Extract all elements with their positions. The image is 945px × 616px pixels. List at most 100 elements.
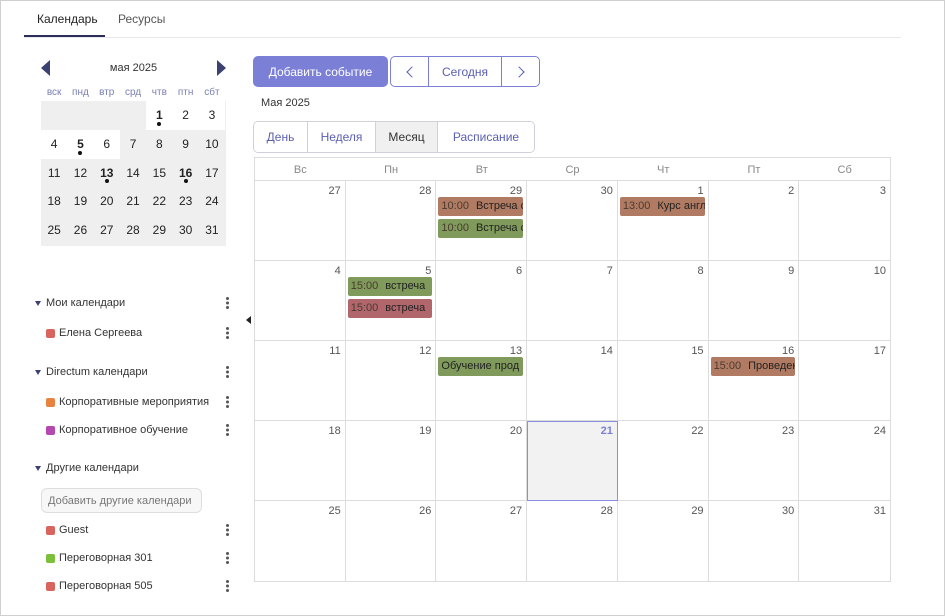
calendar-item-guest[interactable]: Guest <box>46 521 231 541</box>
month-day-cell[interactable]: 14 <box>527 341 618 421</box>
more-options-icon[interactable] <box>223 365 231 379</box>
mini-calendar-day[interactable]: 7 <box>120 130 146 159</box>
calendar-event[interactable]: 10:00 Встреча с <box>438 219 524 238</box>
mini-calendar-day[interactable]: 12 <box>67 159 93 188</box>
month-day-cell[interactable]: 21 <box>527 421 618 501</box>
month-day-cell[interactable]: 7 <box>527 261 618 341</box>
more-options-icon[interactable] <box>223 395 231 409</box>
month-day-cell[interactable]: 6 <box>436 261 528 341</box>
month-day-cell[interactable]: 27 <box>255 181 346 261</box>
calendar-item-room-505[interactable]: Переговорная 505 <box>46 577 231 597</box>
month-day-cell[interactable]: 15 <box>617 341 709 421</box>
add-event-button[interactable]: Добавить событие <box>253 56 388 87</box>
month-day-cell[interactable]: 30 <box>709 501 800 581</box>
calendar-item-elena[interactable]: Елена Сергеева <box>46 324 231 344</box>
month-day-cell[interactable]: 2 <box>708 181 800 261</box>
mini-calendar-day[interactable]: 26 <box>67 216 93 245</box>
mini-calendar-day[interactable]: 9 <box>172 130 198 159</box>
month-day-cell[interactable]: 28 <box>345 181 437 261</box>
collapse-caret-icon[interactable] <box>35 370 41 375</box>
month-day-cell[interactable]: 1 13:00 Курс англ <box>617 181 709 261</box>
view-month-button[interactable]: Месяц <box>376 122 438 152</box>
calendar-event[interactable]: 15:00 встреча <box>347 277 433 296</box>
view-week-button[interactable]: Неделя <box>308 122 376 152</box>
more-options-icon[interactable] <box>223 296 231 310</box>
more-options-icon[interactable] <box>223 579 231 593</box>
calendar-event[interactable]: Обучение прод <box>438 357 524 376</box>
mini-calendar-day[interactable]: 31 <box>199 216 225 245</box>
mini-calendar-day[interactable]: 10 <box>199 130 225 159</box>
month-day-cell[interactable]: 11 <box>255 341 346 421</box>
tab-resources[interactable]: Ресурсы <box>118 12 165 26</box>
calendar-event[interactable]: 15:00 встреча <box>347 299 433 318</box>
month-day-cell[interactable]: 10 <box>799 261 890 341</box>
more-options-icon[interactable] <box>223 326 231 340</box>
mini-calendar-day[interactable]: 24 <box>199 187 225 216</box>
mini-calendar-day[interactable]: 13 <box>94 159 120 188</box>
month-day-cell[interactable]: 28 <box>527 501 618 581</box>
more-options-icon[interactable] <box>223 523 231 537</box>
month-day-cell[interactable]: 30 <box>527 181 618 261</box>
mini-calendar-day[interactable]: 17 <box>199 159 225 188</box>
mini-calendar-day[interactable]: 28 <box>120 216 146 245</box>
calendar-event[interactable]: 15:00 Проведен <box>710 357 796 376</box>
mini-calendar-day[interactable]: 8 <box>146 130 172 159</box>
mini-calendar-day[interactable]: 15 <box>146 159 172 188</box>
calendar-event[interactable]: 10:00 Встреча с <box>438 197 524 216</box>
month-day-cell[interactable]: 24 <box>799 421 890 501</box>
add-other-calendars-input[interactable] <box>41 488 202 513</box>
more-options-icon[interactable] <box>223 551 231 565</box>
month-day-cell[interactable]: 20 <box>436 421 528 501</box>
month-day-cell[interactable]: 23 <box>708 421 800 501</box>
mini-next-month-icon[interactable] <box>216 59 226 77</box>
mini-calendar-day[interactable]: 11 <box>41 159 67 188</box>
mini-calendar-day[interactable]: 2 <box>172 101 199 130</box>
mini-calendar-day[interactable]: 25 <box>41 216 67 245</box>
mini-calendar-day[interactable]: 23 <box>172 187 198 216</box>
month-day-cell[interactable]: 27 <box>436 501 528 581</box>
month-day-cell[interactable]: 8 <box>617 261 709 341</box>
mini-calendar-day[interactable]: 5 <box>67 129 94 159</box>
mini-calendar-day[interactable]: 27 <box>94 216 120 245</box>
collapse-sidebar-icon[interactable] <box>246 316 251 324</box>
mini-calendar-day[interactable]: 18 <box>41 187 67 216</box>
mini-calendar-day[interactable]: 6 <box>93 129 120 159</box>
next-period-button[interactable] <box>502 57 539 86</box>
month-day-cell[interactable]: 5 15:00 встреча 15:00 встреча <box>345 261 437 341</box>
month-day-cell[interactable]: 9 <box>708 261 800 341</box>
view-schedule-button[interactable]: Расписание <box>438 122 534 152</box>
section-other-calendars[interactable]: Другие календари <box>35 459 231 479</box>
calendar-item-room-301[interactable]: Переговорная 301 <box>46 549 231 569</box>
month-day-cell[interactable]: 29 <box>618 501 709 581</box>
month-day-cell[interactable]: 17 <box>799 341 890 421</box>
month-day-cell[interactable]: 16 15:00 Проведен <box>708 341 800 421</box>
section-directum-calendars[interactable]: Directum календари <box>35 363 231 383</box>
mini-calendar-day[interactable]: 22 <box>146 187 172 216</box>
month-day-cell[interactable]: 18 <box>255 421 346 501</box>
mini-calendar-day[interactable]: 4 <box>41 129 68 159</box>
mini-calendar-day[interactable]: 14 <box>120 159 146 188</box>
tab-calendar[interactable]: Календарь <box>37 12 98 26</box>
month-day-cell[interactable]: 19 <box>345 421 437 501</box>
mini-calendar-day[interactable]: 16 <box>172 159 198 188</box>
month-day-cell[interactable]: 25 <box>255 501 346 581</box>
collapse-caret-icon[interactable] <box>35 466 41 471</box>
month-day-cell[interactable]: 4 <box>255 261 346 341</box>
prev-period-button[interactable] <box>391 57 429 86</box>
mini-calendar-day[interactable]: 21 <box>120 187 146 216</box>
month-day-cell[interactable]: 3 <box>799 181 890 261</box>
view-day-button[interactable]: День <box>254 122 308 152</box>
collapse-caret-icon[interactable] <box>35 301 41 306</box>
month-day-cell[interactable]: 29 10:00 Встреча с 10:00 Встреча с <box>436 181 528 261</box>
today-button[interactable]: Сегодня <box>429 57 502 86</box>
month-day-cell[interactable]: 26 <box>346 501 437 581</box>
month-day-cell[interactable]: 31 <box>799 501 890 581</box>
mini-calendar-day[interactable]: 29 <box>146 216 172 245</box>
month-day-cell[interactable]: 22 <box>617 421 709 501</box>
mini-calendar-day[interactable]: 3 <box>198 101 226 130</box>
mini-calendar-day[interactable]: 19 <box>67 187 93 216</box>
calendar-event[interactable]: 13:00 Курс англ <box>619 197 705 216</box>
month-day-cell[interactable]: 12 <box>345 341 437 421</box>
mini-calendar-day[interactable]: 1 <box>146 101 173 130</box>
more-options-icon[interactable] <box>223 423 231 437</box>
